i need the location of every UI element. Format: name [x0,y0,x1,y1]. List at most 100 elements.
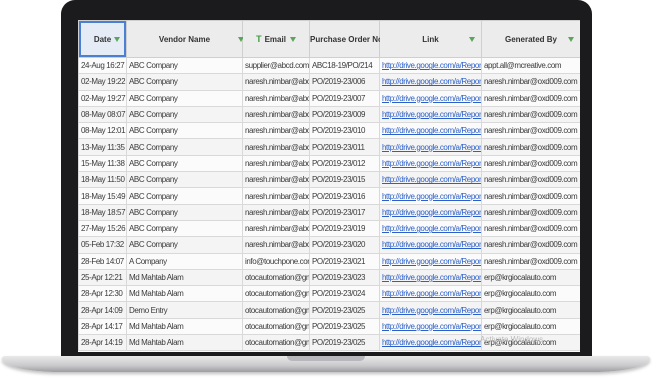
date-cell[interactable]: 08-May 12:01 [78,122,127,140]
link-cell[interactable]: http://drive.google.com/a/Report/ [379,89,482,107]
date-cell[interactable]: 15-May 11:38 [78,154,127,173]
vendor-cell[interactable]: A Company [126,252,243,270]
table-row[interactable]: 02-May 19:22ABC Companynaresh.nimbar@abc… [78,73,580,91]
filter-icon[interactable] [568,37,574,42]
generated-by-cell[interactable]: naresh.nimbar@oxd009.com [481,122,580,140]
link-cell[interactable]: http://drive.google.com/a/Report/ [379,252,482,270]
po-cell[interactable]: PO/2019-23/025 [309,334,380,352]
vendor-cell[interactable]: ABC Company [126,219,243,238]
link-cell[interactable]: http://drive.google.com/a/Report/ [379,154,482,173]
date-cell[interactable]: 18-May 11:50 [78,171,127,189]
column-header-vendor-name[interactable]: Vendor Name [126,20,244,58]
email-cell[interactable]: naresh.nimbar@abc000 [242,89,310,107]
date-cell[interactable]: 28-Apr 14:09 [78,301,127,319]
table-row[interactable]: 28-Apr 14:09Demo Entryotocautomation@gma… [78,301,580,319]
date-cell[interactable]: 28-Apr 14:17 [78,317,127,336]
vendor-cell[interactable]: ABC Company [126,203,243,221]
generated-by-cell[interactable]: naresh.nimbar@oxd009.com [481,171,580,189]
po-cell[interactable]: PO/2019-23/015 [309,171,380,189]
table-row[interactable]: 28-Feb 14:07 A Company info@touchpone.com P… [78,252,580,270]
date-cell[interactable]: 28-Apr 12:30 [78,285,127,303]
generated-by-cell[interactable]: naresh.nimbar@oxd009.com [481,203,580,221]
link-cell[interactable]: http://drive.google.com/a/Report/ [379,317,482,336]
table-row[interactable]: 18-May 15:49ABC Companynaresh.nimbar@abc… [78,187,580,205]
link-cell[interactable]: http://drive.google.com/a/Report/ [379,187,482,205]
table-row[interactable]: 02-May 19:27ABC Companynaresh.nimbar@abc… [78,89,580,107]
po-cell[interactable]: PO/2019-23/021 [309,252,380,270]
table-row[interactable]: 28-Apr 12:30 Md Mahtab Alam otocautomation… [78,285,580,303]
link-cell[interactable]: http://drive.google.com/a/Report/ [379,203,482,221]
vendor-cell[interactable]: ABC Company [126,171,243,189]
generated-by-cell[interactable]: naresh.nimbar@oxd009.com [481,105,580,124]
date-cell[interactable]: 05-Feb 17:32 [78,236,127,254]
date-cell[interactable]: 13-May 11:35 [78,138,127,156]
po-cell[interactable]: PO/2019-23/017 [309,203,380,221]
generated-by-cell[interactable]: naresh.nimbar@oxd009.com [481,138,580,156]
po-cell[interactable]: PO/2019-23/012 [309,154,380,173]
date-cell[interactable]: 25-Apr 12:21 [78,268,127,287]
generated-by-cell[interactable]: erp@krgiocalauto.com [481,285,580,303]
filter-icon[interactable] [469,37,475,42]
vendor-cell[interactable]: ABC Company [126,73,243,91]
po-cell[interactable]: PO/2019-23/020 [309,236,380,254]
vendor-cell[interactable]: ABC Company [126,236,243,254]
link-cell[interactable]: http://drive.google.com/a/Report/ [379,219,482,238]
link-cell[interactable]: http://drive.google.com/a/Report/ [379,285,482,303]
email-cell[interactable]: naresh.nimbar@abc000 [242,203,310,221]
vendor-cell[interactable]: Md Mahtab Alam [126,334,243,352]
po-cell[interactable]: PO/2019-23/025 [309,301,380,319]
vendor-cell[interactable]: ABC Company [126,105,243,124]
link-cell[interactable]: http://drive.google.com/a/Report/ [379,105,482,124]
column-header-link[interactable]: Link [379,20,482,58]
table-row[interactable]: 13-May 11:35ABC Companynaresh.nimbar@abc… [78,138,580,156]
column-header-purchase-order-no[interactable]: Purchase Order No [309,20,391,58]
email-cell[interactable]: naresh.nimbar@abc000 [242,236,310,254]
vendor-cell[interactable]: ABC Company [126,154,243,173]
column-header-email[interactable]: T Email [242,20,310,58]
table-row[interactable]: 08-May 12:01ABC Companynaresh.nimbar@abc… [78,122,580,140]
vendor-cell[interactable]: ABC Company [126,138,243,156]
generated-by-cell[interactable]: naresh.nimbar@oxd009.com [481,89,580,107]
generated-by-cell[interactable]: naresh.nimbar@oxd009.com [481,73,580,91]
generated-by-cell[interactable]: erp@krgiocalauto.com [481,301,580,319]
email-cell[interactable]: info@touchpone.com [242,252,310,270]
link-cell[interactable]: http://drive.google.com/a/Report/ [379,171,482,189]
email-cell[interactable]: naresh.nimbar@abc000 [242,154,310,173]
generated-by-cell[interactable]: naresh.nimbar@oxd009.com [481,252,580,270]
generated-by-cell[interactable]: appt.all@mcreative.com [481,56,580,75]
generated-by-cell[interactable]: naresh.nimbar@oxd009.com [481,187,580,205]
po-cell[interactable]: PO/2019-23/009 [309,105,380,124]
table-row[interactable]: 18-May 11:50ABC Companynaresh.nimbar@abc… [78,171,580,189]
email-cell[interactable]: otocautomation@gmail. [242,334,310,352]
generated-by-cell[interactable]: naresh.nimbar@oxd009.com [481,236,580,254]
date-cell[interactable]: 18-May 18:57 [78,203,127,221]
vendor-cell[interactable]: ABC Company [126,122,243,140]
link-cell[interactable]: http://drive.google.com/a/Report/ [379,301,482,319]
email-cell[interactable]: naresh.nimbar@abc000 [242,171,310,189]
link-cell[interactable]: http://drive.google.com/a/Report/ [379,334,482,352]
link-cell[interactable]: http://drive.google.com/a/Report/ [379,56,482,75]
table-row[interactable]: 08-May 08:07ABC Companynaresh.nimbar@abc… [78,105,580,124]
table-row[interactable]: 05-Feb 17:32ABC Companynaresh.nimbar@abc… [78,236,580,254]
email-cell[interactable]: otocautomation@gmail. [242,317,310,336]
link-cell[interactable]: http://drive.google.com/a/Report/ [379,236,482,254]
date-cell[interactable]: 28-Feb 14:07 [78,252,127,270]
vendor-cell[interactable]: ABC Company [126,89,243,107]
column-header-generated-by[interactable]: Generated By [481,20,580,58]
table-row[interactable]: 27-May 15:26ABC Companynaresh.nimbar@abc… [78,219,580,238]
date-cell[interactable]: 18-May 15:49 [78,187,127,205]
vendor-cell[interactable]: ABC Company [126,187,243,205]
email-cell[interactable]: supplier@abcd.com [242,56,310,75]
generated-by-cell[interactable]: erp@krgiocalauto.com [481,317,580,336]
date-cell[interactable]: 28-Apr 14:19 [78,334,127,352]
email-cell[interactable]: naresh.nimbar@abc000 [242,138,310,156]
vendor-cell[interactable]: Md Mahtab Alam [126,285,243,303]
email-cell[interactable]: naresh.nimbar@abc000 [242,187,310,205]
date-cell[interactable]: 08-May 08:07 [78,105,127,124]
email-cell[interactable]: otocautomation@gmail. [242,301,310,319]
link-cell[interactable]: http://drive.google.com/a/Report/ [379,138,482,156]
column-header-date[interactable]: Date [78,20,127,58]
email-cell[interactable]: otocautomation@gmail. [242,268,310,287]
vendor-cell[interactable]: Md Mahtab Alam [126,317,243,336]
po-cell[interactable]: PO/2019-23/007 [309,89,380,107]
